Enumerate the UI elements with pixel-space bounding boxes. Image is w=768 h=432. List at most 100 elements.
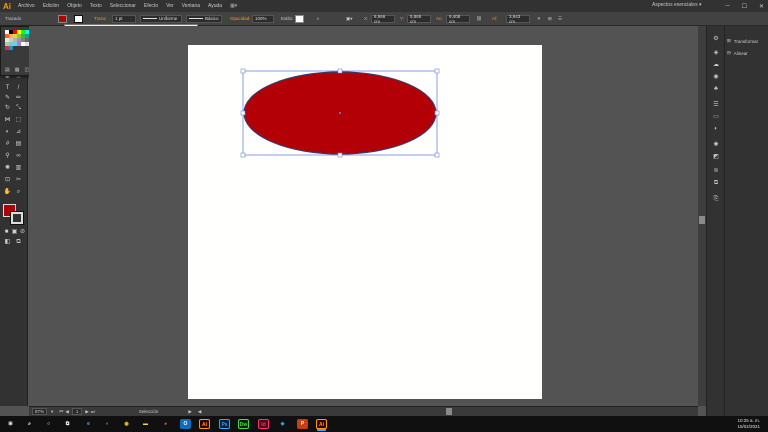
swatch-73[interactable]	[9, 46, 13, 50]
status-arrow-icon[interactable]: ▶	[188, 409, 191, 415]
hand-tool-icon[interactable]: ✋	[3, 188, 12, 196]
firefox-icon[interactable]: ◕	[160, 419, 171, 429]
artboard-tool-icon[interactable]: ⊡	[3, 176, 12, 184]
menu-archivo[interactable]: Archivo	[14, 3, 39, 9]
isolate-icon[interactable]: ⊞	[548, 14, 552, 23]
first-artboard-icon[interactable]: ⏮	[59, 409, 63, 414]
pencil-tool-icon[interactable]: ✏	[14, 94, 23, 102]
y-field[interactable]: 5,865 cm	[407, 14, 431, 24]
menu-ayuda[interactable]: Ayuda	[204, 3, 226, 9]
graphic-style-picker[interactable]	[295, 14, 304, 23]
line-tool-icon[interactable]: /	[14, 84, 23, 92]
selected-ellipse[interactable]	[240, 68, 440, 158]
color-guide-icon[interactable]: ♣	[711, 86, 721, 93]
maximize-icon[interactable]: ☐	[742, 3, 747, 10]
menu-edicion[interactable]: Edición	[39, 3, 63, 9]
system-clock[interactable]: 10:25 a. m. 15/02/2021	[737, 418, 760, 430]
stroke-swatch[interactable]	[10, 211, 24, 225]
illustrator-taskbar-icon[interactable]: Ai	[199, 419, 210, 429]
draw-mode-icon[interactable]: ◧	[3, 238, 12, 246]
stroke-icon[interactable]: ☰	[711, 102, 721, 109]
chrome-icon[interactable]: ◉	[121, 419, 132, 429]
menu-efecto[interactable]: Efecto	[140, 3, 162, 9]
zoom-dropdown-icon[interactable]: ▾	[51, 409, 53, 415]
indesign-icon[interactable]: Id	[258, 419, 269, 429]
arrange-documents-icon[interactable]: ▦▾	[226, 3, 241, 9]
outlook-icon[interactable]: O	[180, 419, 191, 429]
opacity-label[interactable]: Opacidad:	[230, 14, 251, 23]
artboards-icon[interactable]: ⧉	[711, 180, 721, 187]
powerpoint-icon[interactable]: P	[297, 419, 308, 429]
menu-texto[interactable]: Texto	[86, 3, 106, 9]
layers-stack-icon[interactable]: ≋	[711, 168, 721, 175]
graph-tool-icon[interactable]: ▥	[14, 164, 23, 172]
opacity-field[interactable]: 100%	[252, 14, 274, 23]
transform-options-icon[interactable]: ✕	[537, 14, 541, 23]
last-artboard-icon[interactable]: ⏭	[91, 409, 95, 414]
width-field[interactable]: 9,408 cm	[446, 14, 470, 24]
properties-icon[interactable]: ⚙	[711, 36, 721, 43]
scale-tool-icon[interactable]: ⤡	[14, 104, 23, 112]
x-field[interactable]: 6,966 cm	[371, 14, 395, 24]
constrain-proportions-icon[interactable]: ⛓	[476, 14, 482, 23]
zoom-tool-icon[interactable]: ⌕	[14, 188, 23, 196]
align-to-icon[interactable]: ▣▾	[346, 14, 353, 23]
vertical-scroll-thumb[interactable]	[699, 216, 705, 224]
edge-icon[interactable]: ◐	[102, 419, 113, 429]
task-view-icon[interactable]: ⧉	[62, 419, 73, 429]
scroll-left-icon[interactable]: ◀	[198, 409, 201, 415]
windows-start-icon[interactable]: ⊞	[5, 419, 16, 429]
brush-definition[interactable]: Básico	[186, 14, 222, 23]
show-kinds-icon[interactable]: ▦	[15, 67, 20, 73]
free-transform-tool-icon[interactable]: ⬚	[14, 116, 23, 124]
slice-tool-icon[interactable]: ✂	[14, 176, 23, 184]
layers-icon[interactable]: ◈	[711, 50, 721, 57]
recolor-icon[interactable]: ◑	[316, 14, 319, 23]
dreamweaver-icon[interactable]: Dw	[238, 419, 249, 429]
search-icon[interactable]: ⌕	[24, 419, 35, 429]
next-artboard-icon[interactable]: ▶	[85, 409, 88, 415]
blend-tool-icon[interactable]: ∞	[14, 152, 23, 160]
stroke-color-picker[interactable]	[74, 14, 83, 23]
rotate-tool-icon[interactable]: ↻	[3, 104, 12, 112]
close-icon[interactable]: ✕	[759, 3, 764, 10]
perspective-grid-tool-icon[interactable]: ⊿	[14, 128, 23, 136]
graphic-styles-icon[interactable]: ◩	[711, 154, 721, 161]
gradient-tool-icon[interactable]: ▤	[14, 140, 23, 148]
workspace-switcher[interactable]: Aspectos esenciales ▾	[652, 2, 702, 8]
artboard-number-field[interactable]: 1	[71, 408, 83, 415]
panel-transform[interactable]: ⊞ Transformar	[727, 36, 758, 46]
zoom-field[interactable]: 87%	[32, 408, 48, 415]
menu-objeto[interactable]: Objeto	[63, 3, 86, 9]
shape-builder-tool-icon[interactable]: ◐	[3, 128, 12, 136]
asset-export-icon[interactable]: ⎘	[711, 196, 721, 203]
libraries-icon[interactable]: ☁	[711, 62, 721, 69]
menu-ver[interactable]: Ver	[162, 3, 178, 9]
panel-menu-icon[interactable]: ☰	[558, 14, 562, 23]
stroke-weight-field[interactable]: 1 pt	[112, 14, 136, 23]
file-explorer-icon[interactable]: ▬	[140, 419, 151, 429]
prev-artboard-icon[interactable]: ◀	[65, 409, 68, 415]
cortana-icon[interactable]: ○	[43, 419, 54, 429]
height-field[interactable]: 3,943 cm	[506, 14, 530, 24]
photoshop-icon[interactable]: Ps	[219, 419, 230, 429]
illustrator-active-icon[interactable]: Ai	[316, 419, 327, 429]
screen-mode-icon[interactable]: ⧉	[14, 238, 23, 246]
type-tool-icon[interactable]: T	[3, 84, 12, 92]
minimize-icon[interactable]: ─	[725, 3, 729, 9]
eyedropper-tool-icon[interactable]: ⚲	[3, 152, 12, 160]
menu-seleccionar[interactable]: Seleccionar	[106, 3, 140, 9]
menu-ventana[interactable]: Ventana	[178, 3, 204, 9]
fill-color-picker[interactable]	[58, 14, 67, 23]
transparency-icon[interactable]: ◐	[711, 126, 721, 133]
symbol-sprayer-tool-icon[interactable]: ✺	[3, 164, 12, 172]
vscode-icon[interactable]: ◆	[277, 419, 288, 429]
panel-align[interactable]: ⊟ Alinear	[727, 48, 748, 58]
gradient-icon[interactable]: ▭	[711, 114, 721, 121]
swatch-library-icon[interactable]: ▤	[5, 67, 10, 73]
stroke-label[interactable]: Trazo:	[94, 14, 107, 23]
width-tool-icon[interactable]: ⋈	[3, 116, 12, 124]
variable-width-profile[interactable]: Uniforme	[140, 14, 182, 23]
none-mode-icon[interactable]: ⊘	[18, 228, 27, 236]
mesh-tool-icon[interactable]: #	[3, 140, 12, 148]
